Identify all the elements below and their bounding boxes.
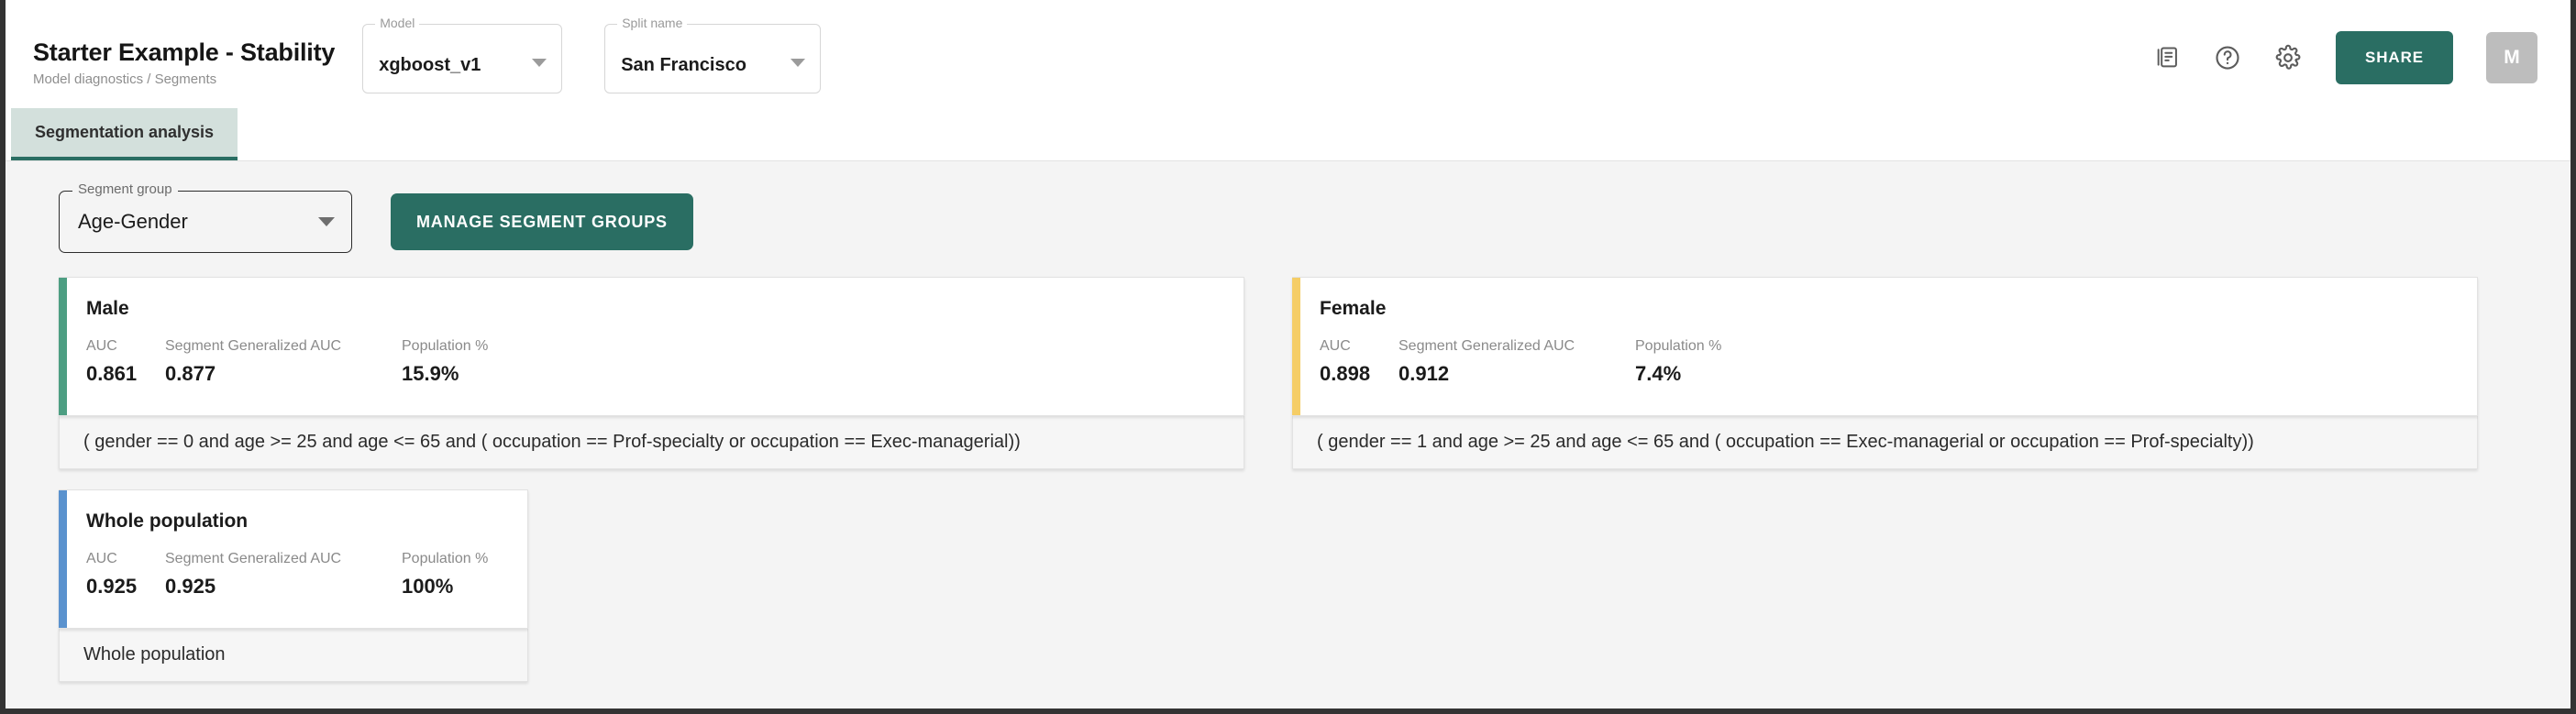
segment-cards: Male AUC Segment Generalized AUC Populat… — [6, 257, 2570, 682]
metric-label-auc: AUC — [1320, 338, 1351, 354]
title-block: Starter Example - Stability Model diagno… — [33, 38, 335, 108]
metric-value-population: 7.4% — [1635, 361, 1682, 385]
split-name-select-value: San Francisco — [621, 54, 746, 75]
metric-value-auc: 0.861 — [86, 361, 138, 385]
segment-metrics: AUC Segment Generalized AUC Population %… — [86, 551, 502, 598]
segment-group-select-value: Age-Gender — [78, 210, 188, 233]
metric-value-auc: 0.898 — [1320, 361, 1371, 385]
metric-value-generalized-auc: 0.912 — [1399, 361, 1450, 385]
manage-segment-groups-button[interactable]: MANAGE SEGMENT GROUPS — [391, 193, 693, 250]
segment-metrics: AUC Segment Generalized AUC Population %… — [1320, 338, 2451, 385]
share-button[interactable]: SHARE — [2335, 31, 2453, 84]
metric-label-generalized-auc: Segment Generalized AUC — [1399, 338, 1575, 354]
metric-value-auc: 0.925 — [86, 574, 138, 598]
split-name-select-label: Split name — [617, 16, 688, 29]
report-icon[interactable] — [2150, 41, 2184, 74]
gear-icon[interactable] — [2272, 41, 2305, 74]
card-row: Whole population AUC Segment Generalized… — [59, 489, 2530, 682]
metric-label-auc: AUC — [86, 551, 117, 566]
model-select-value: xgboost_v1 — [379, 54, 481, 75]
app-header: Starter Example - Stability Model diagno… — [6, 0, 2570, 108]
segment-name: Whole population — [86, 511, 249, 532]
help-circle-icon[interactable] — [2211, 41, 2244, 74]
tab-label: Segmentation analysis — [35, 123, 215, 141]
controls-bar: Segment group Age-Gender MANAGE SEGMENT … — [6, 182, 2570, 257]
metric-label-auc: AUC — [86, 338, 117, 354]
tab-bar: Segmentation analysis — [6, 108, 2570, 161]
segment-card-whole-population[interactable]: Whole population AUC Segment Generalized… — [59, 489, 528, 682]
model-select-label: Model — [375, 16, 420, 29]
segment-accent-bar — [59, 490, 67, 628]
avatar[interactable]: M — [2486, 32, 2537, 83]
card-row: Male AUC Segment Generalized AUC Populat… — [59, 277, 2530, 469]
chevron-down-icon — [790, 59, 806, 67]
metric-label-generalized-auc: Segment Generalized AUC — [165, 551, 342, 566]
segment-expression: ( gender == 1 and age >= 25 and age <= 6… — [1292, 416, 2478, 469]
main-content: Segment group Age-Gender MANAGE SEGMENT … — [6, 161, 2570, 709]
metric-label-population: Population % — [1635, 338, 1722, 354]
segment-expression: ( gender == 0 and age >= 25 and age <= 6… — [59, 416, 1244, 469]
metric-value-generalized-auc: 0.877 — [165, 361, 216, 385]
segment-card-body: Female AUC Segment Generalized AUC Popul… — [1292, 277, 2478, 416]
metric-label-population: Population % — [402, 551, 489, 566]
metric-label-generalized-auc: Segment Generalized AUC — [165, 338, 342, 354]
chevron-down-icon — [532, 59, 547, 67]
page-title: Starter Example - Stability — [33, 38, 336, 66]
segment-group-select-label: Segment group — [72, 182, 178, 196]
chevron-down-icon — [318, 217, 335, 226]
segment-card-male[interactable]: Male AUC Segment Generalized AUC Populat… — [59, 277, 1244, 469]
header-selects: Model xgboost_v1 Split name San Francisc… — [362, 16, 822, 108]
segment-card-body: Whole population AUC Segment Generalized… — [59, 489, 528, 629]
segment-metrics: AUC Segment Generalized AUC Population %… — [86, 338, 1218, 385]
app-window: Starter Example - Stability Model diagno… — [0, 0, 2576, 714]
metric-value-population: 100% — [402, 574, 454, 598]
segment-group-select[interactable]: Segment group Age-Gender — [59, 182, 352, 253]
model-select[interactable]: Model xgboost_v1 — [362, 16, 563, 93]
breadcrumb: Model diagnostics / Segments — [33, 71, 217, 87]
segment-name: Male — [86, 298, 129, 319]
segment-card-body: Male AUC Segment Generalized AUC Populat… — [59, 277, 1244, 416]
tab-segmentation-analysis[interactable]: Segmentation analysis — [11, 108, 238, 160]
segment-expression: Whole population — [59, 629, 528, 682]
header-actions: SHARE M — [2150, 31, 2537, 108]
metric-label-population: Population % — [402, 338, 489, 354]
metric-value-population: 15.9% — [402, 361, 459, 385]
split-name-select[interactable]: Split name San Francisco — [604, 16, 822, 93]
segment-accent-bar — [59, 278, 67, 415]
metric-value-generalized-auc: 0.925 — [165, 574, 216, 598]
segment-card-female[interactable]: Female AUC Segment Generalized AUC Popul… — [1292, 277, 2478, 469]
segment-name: Female — [1320, 298, 1387, 319]
segment-accent-bar — [1292, 278, 1300, 415]
